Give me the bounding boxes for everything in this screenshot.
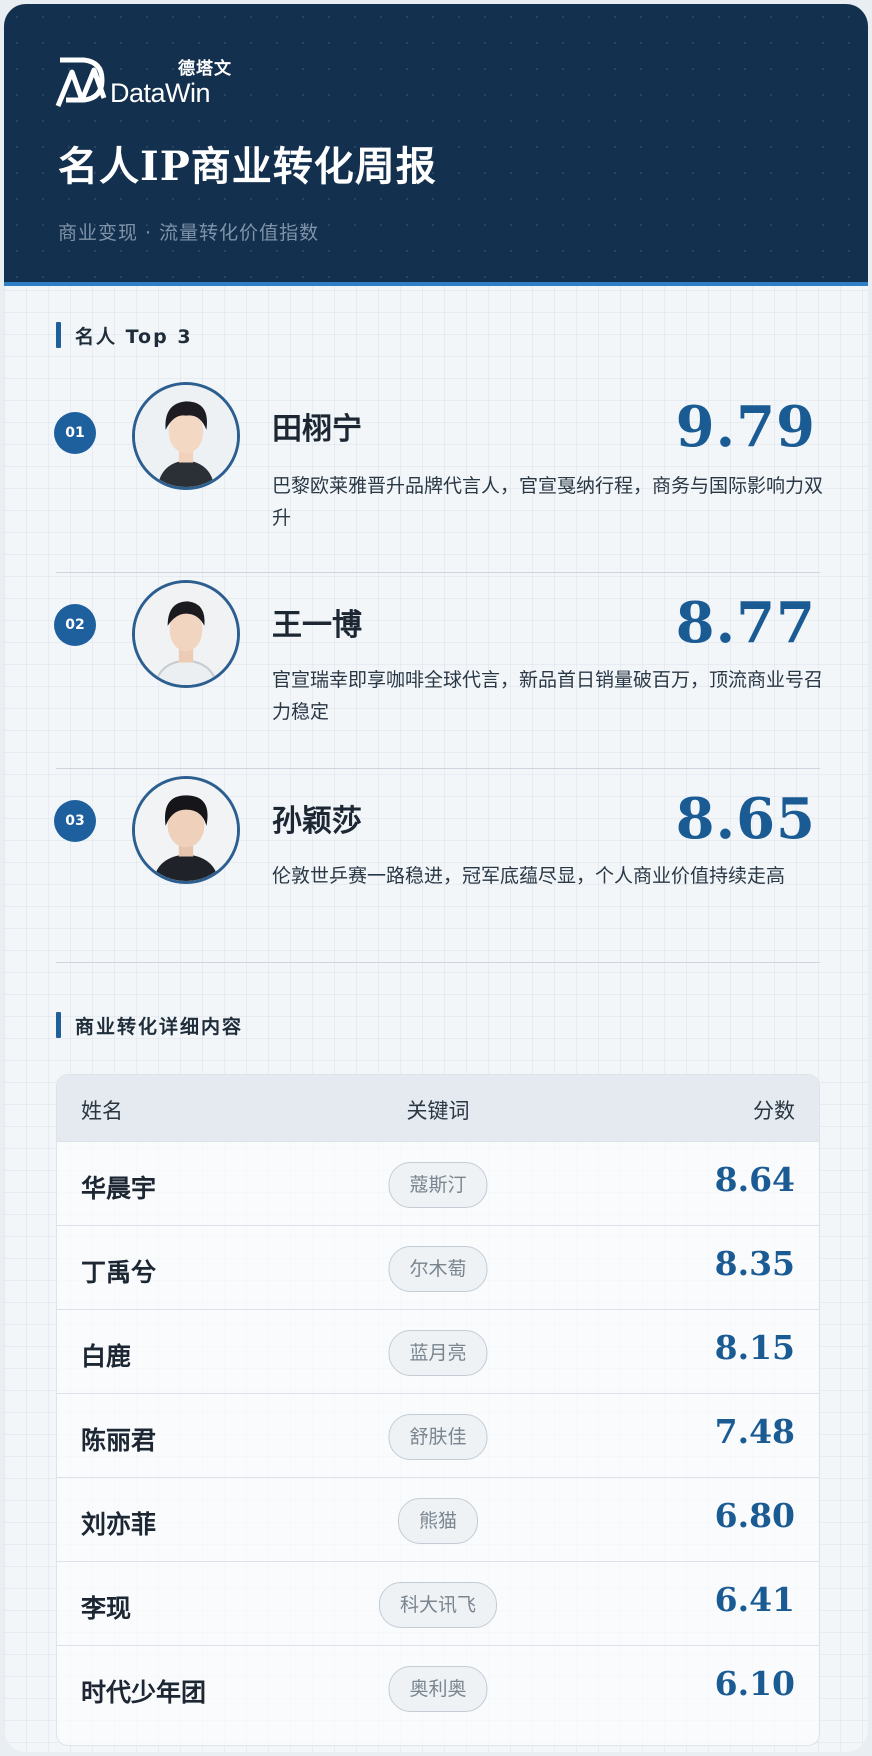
table-row[interactable]: 陈丽君 舒肤佳 7.48 (57, 1393, 819, 1478)
row-score: 7.48 (714, 1412, 795, 1451)
column-header-keyword: 关键词 (406, 1099, 470, 1123)
details-section-label: 商业转化详细内容 (75, 1015, 244, 1038)
row-name: 时代少年团 (81, 1678, 207, 1707)
keyword-tag: 熊猫 (397, 1498, 479, 1544)
row-score: 6.41 (714, 1580, 795, 1619)
row-name: 李现 (81, 1594, 132, 1623)
row-score: 8.64 (714, 1160, 795, 1199)
row-score: 8.15 (714, 1328, 795, 1367)
avatar (132, 580, 240, 688)
divider (56, 572, 820, 573)
row-name: 陈丽君 (81, 1426, 157, 1455)
table-row[interactable]: 丁禹兮 尔木萄 8.35 (57, 1225, 819, 1310)
avatar (132, 382, 240, 490)
top3-section-title: 名人 Top 3 (56, 322, 193, 348)
row-score: 6.10 (714, 1664, 795, 1703)
keyword-tag: 蓝月亮 (388, 1330, 488, 1376)
datawin-logo-icon (55, 57, 107, 107)
details-table: 姓名 关键词 分数 华晨宇 蔻斯汀 8.64 丁禹兮 尔木萄 8.35 白鹿 蓝… (56, 1074, 820, 1746)
celebrity-description: 伦敦世乒赛一路稳进，冠军底蕴尽显，个人商业价值持续走高 (272, 865, 786, 887)
report-card: 德塔文 DataWin 名人IP商业转化周报 商业变现 · 流量转化价值指数 名… (4, 4, 868, 1752)
top3-section-label: 名人 Top 3 (75, 325, 193, 348)
report-header: 德塔文 DataWin 名人IP商业转化周报 商业变现 · 流量转化价值指数 (4, 4, 868, 286)
celebrity-score: 8.77 (675, 590, 816, 656)
column-header-score: 分数 (753, 1099, 795, 1123)
table-header: 姓名 关键词 分数 (57, 1075, 819, 1141)
table-row[interactable]: 刘亦菲 熊猫 6.80 (57, 1477, 819, 1562)
datawin-logo: 德塔文 DataWin (54, 52, 244, 122)
section-accent-bar (56, 322, 61, 348)
table-row[interactable]: 白鹿 蓝月亮 8.15 (57, 1309, 819, 1394)
celebrity-name: 田栩宁 (272, 412, 362, 447)
rank-badge: 03 (54, 800, 96, 842)
top3-item[interactable]: 03 孙颖莎 8.65 伦敦世乒赛一路稳进，冠军底蕴尽显，个人商业价值持续走高 (4, 776, 868, 972)
table-row[interactable]: 李现 科大讯飞 6.41 (57, 1561, 819, 1646)
keyword-tag: 科大讯飞 (378, 1582, 498, 1628)
keyword-tag: 蔻斯汀 (388, 1162, 488, 1208)
row-name: 刘亦菲 (81, 1510, 157, 1539)
column-header-name: 姓名 (81, 1099, 123, 1123)
celebrity-description: 巴黎欧莱雅晋升品牌代言人，官宣戛纳行程，商务与国际影响力双升 (272, 475, 824, 529)
rank-badge: 01 (54, 412, 96, 454)
keyword-tag: 尔木萄 (388, 1246, 488, 1292)
celebrity-name: 王一博 (272, 608, 362, 643)
celebrity-name: 孙颖莎 (272, 804, 362, 839)
row-score: 6.80 (714, 1496, 795, 1535)
avatar-portrait-icon (135, 583, 237, 685)
top3-item[interactable]: 01 田栩宁 9.79 巴黎欧莱雅晋升品牌代言人，官宣戛纳行程，商务与国际影响力… (4, 382, 868, 572)
row-name: 华晨宇 (81, 1174, 157, 1203)
row-name: 丁禹兮 (81, 1258, 157, 1287)
divider (56, 768, 820, 769)
table-row[interactable]: 华晨宇 蔻斯汀 8.64 (57, 1141, 819, 1226)
section-accent-bar (56, 1012, 61, 1038)
rank-badge: 02 (54, 604, 96, 646)
avatar-portrait-icon (135, 779, 237, 881)
divider (56, 962, 820, 963)
avatar-portrait-icon (135, 385, 237, 487)
keyword-tag: 奥利奥 (388, 1666, 488, 1712)
celebrity-score: 9.79 (675, 394, 816, 460)
logo-english-text: DataWin (110, 78, 211, 108)
logo-chinese-text: 德塔文 (178, 59, 232, 79)
page-title: 名人IP商业转化周报 (58, 143, 437, 190)
keyword-tag: 舒肤佳 (388, 1414, 488, 1460)
details-section-title: 商业转化详细内容 (56, 1012, 243, 1038)
celebrity-description: 官宣瑞幸即享咖啡全球代言，新品首日销量破百万，顶流商业号召力稳定 (272, 669, 824, 723)
page-subtitle: 商业变现 · 流量转化价值指数 (58, 222, 320, 244)
avatar (132, 776, 240, 884)
table-row[interactable]: 时代少年团 奥利奥 6.10 (57, 1645, 819, 1730)
celebrity-score: 8.65 (675, 786, 816, 852)
row-name: 白鹿 (81, 1342, 132, 1371)
row-score: 8.35 (714, 1244, 795, 1283)
top3-item[interactable]: 02 王一博 8.77 官宣瑞幸即享咖啡全球代言，新品首日销量破百万，顶流商业号… (4, 580, 868, 776)
